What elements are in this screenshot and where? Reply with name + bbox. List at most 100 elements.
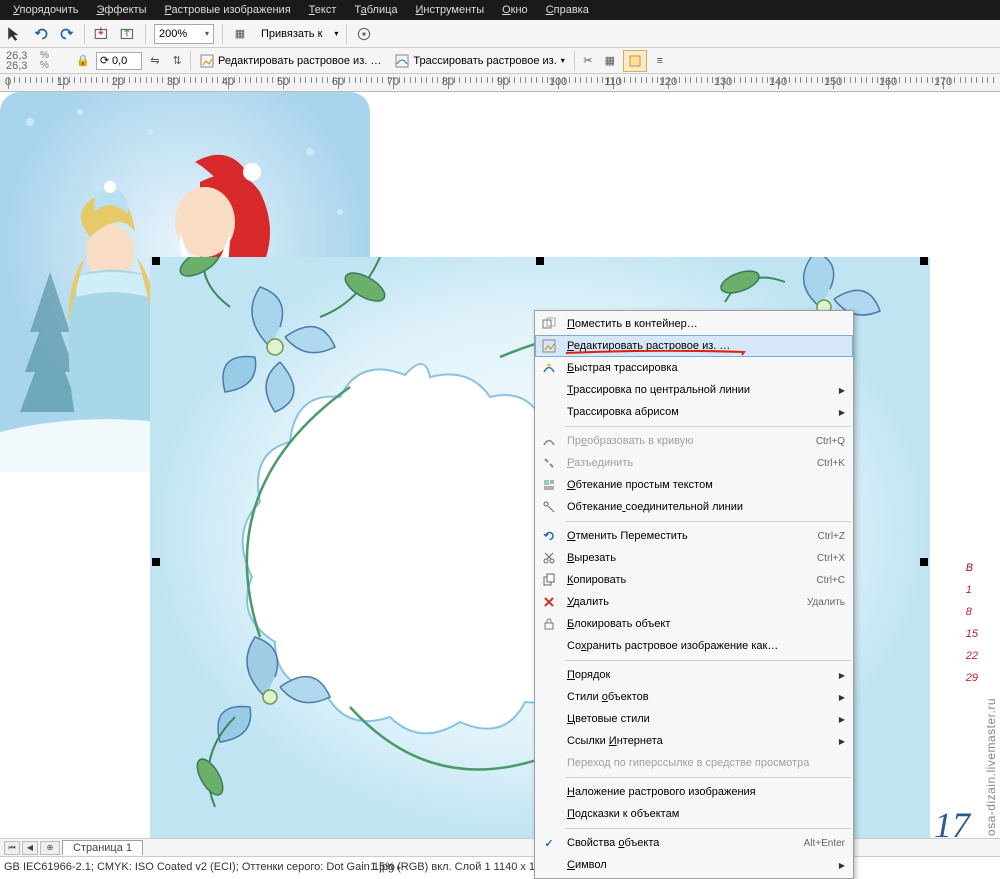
context-menu-item[interactable]: Наложение растрового изображения <box>535 781 853 803</box>
context-menu-label: Свойства объекта <box>567 837 796 849</box>
context-menu-label: Цветовые стили <box>567 713 827 725</box>
mirror-v-icon[interactable]: ⇅ <box>168 52 186 70</box>
chevron-right-icon: ▶ <box>839 737 845 746</box>
selection-handle-tm[interactable] <box>536 257 544 265</box>
import-icon[interactable] <box>93 25 111 43</box>
snap-dropdown-icon[interactable]: ▾ <box>334 29 338 38</box>
blank-icon <box>539 404 559 420</box>
context-menu-item[interactable]: Обтекание соединительной линии <box>535 496 853 518</box>
context-menu-item[interactable]: Трассировка абрисом▶ <box>535 401 853 423</box>
context-menu-shortcut: Ctrl+X <box>817 553 845 564</box>
edit-bitmap-button[interactable]: Редактировать растровое из. … <box>195 50 386 72</box>
quick-trace-icon <box>539 360 559 376</box>
context-menu-item[interactable]: Цветовые стили▶ <box>535 708 853 730</box>
trace-bitmap-button[interactable]: Трассировать растровое из. ▾ <box>390 50 569 72</box>
menu-arrange[interactable]: Упорядочить <box>4 2 87 18</box>
context-menu-item[interactable]: Трассировка по центральной линии▶ <box>535 379 853 401</box>
blank-icon <box>539 755 559 771</box>
snap-icon[interactable]: ▦ <box>231 25 249 43</box>
lock-ratio-icon[interactable]: 🔒 <box>74 52 92 70</box>
context-menu-item[interactable]: Быстрая трассировка <box>535 357 853 379</box>
context-menu-item[interactable]: Стили объектов▶ <box>535 686 853 708</box>
mirror-h-icon[interactable]: ⇋ <box>146 52 164 70</box>
context-menu-item[interactable]: УдалитьУдалить <box>535 591 853 613</box>
page-add-icon[interactable]: ⊕ <box>40 841 60 855</box>
menu-effects[interactable]: Эффекты <box>87 2 155 18</box>
page-prev-icon[interactable]: ◀ <box>22 841 38 855</box>
context-menu-label: Наложение растрового изображения <box>567 786 845 798</box>
page-tab-1[interactable]: Страница 1 <box>62 840 143 855</box>
zoom-select[interactable]: 200% <box>154 24 214 44</box>
context-menu-label: Обтекание простым текстом <box>567 479 845 491</box>
crop-icon[interactable]: ✂ <box>579 52 597 70</box>
context-menu-item[interactable]: Отменить ПереместитьCtrl+Z <box>535 525 853 547</box>
context-menu-item[interactable]: Ссылки Интернета▶ <box>535 730 853 752</box>
context-menu-item[interactable]: Поместить в контейнер… <box>535 313 853 335</box>
context-menu-label: Стили объектов <box>567 691 827 703</box>
coord-display: 26,3 26,3 <box>6 51 36 71</box>
break-icon <box>539 455 559 471</box>
wrap-text-button[interactable] <box>623 50 647 72</box>
toolbar-standard: 200% ▦ Привязать к ▾ <box>0 20 1000 48</box>
menu-table[interactable]: Таблица <box>345 2 406 18</box>
resample-icon[interactable]: ▦ <box>601 52 619 70</box>
menu-help[interactable]: Справка <box>537 2 598 18</box>
rotate-input[interactable]: ⟳ 0,0 <box>96 52 142 70</box>
menu-bitmap[interactable]: Растровые изображения <box>155 2 299 18</box>
selection-handle-ml[interactable] <box>152 558 160 566</box>
wrap-text-icon <box>539 477 559 493</box>
page-first-icon[interactable]: ⏮ <box>4 841 20 855</box>
curve-icon <box>539 433 559 449</box>
context-menu-item[interactable]: ВырезатьCtrl+X <box>535 547 853 569</box>
context-menu-label: Блокировать объект <box>567 618 845 630</box>
export-icon[interactable] <box>119 25 137 43</box>
context-menu-item[interactable]: ✓Свойства объектаAlt+Enter <box>535 832 853 854</box>
context-menu-label: Быстрая трассировка <box>567 362 845 374</box>
context-menu[interactable]: Поместить в контейнер…Редактировать раст… <box>534 310 854 879</box>
options-icon[interactable] <box>355 25 373 43</box>
context-menu-label: Символ <box>567 859 827 871</box>
selection-handle-tr[interactable] <box>920 257 928 265</box>
context-menu-item[interactable]: КопироватьCtrl+C <box>535 569 853 591</box>
blank-icon <box>539 733 559 749</box>
watermark: osa-dizain.livemaster.ru <box>984 698 998 836</box>
selection-handle-tl[interactable] <box>152 257 160 265</box>
rotate-icon: ⟳ <box>100 54 109 67</box>
context-menu-item[interactable]: Символ▶ <box>535 854 853 876</box>
edit-bitmap-icon <box>539 338 559 354</box>
context-menu-shortcut: Ctrl+C <box>816 575 845 586</box>
calendar-year: 17 <box>934 804 970 838</box>
toolbar-divider <box>84 24 85 44</box>
toolbar-divider <box>222 24 223 44</box>
context-menu-item[interactable]: Подсказки к объектам <box>535 803 853 825</box>
tool-pointer-icon[interactable] <box>6 25 24 43</box>
context-menu-item[interactable]: Редактировать растровое из. … <box>535 335 853 357</box>
menu-window[interactable]: Окно <box>493 2 537 18</box>
context-menu-label: Обтекание соединительной линии <box>567 501 845 513</box>
menu-text[interactable]: Текст <box>300 2 346 18</box>
context-menu-label: Переход по гиперссылке в средстве просмо… <box>567 757 845 769</box>
undo-icon[interactable] <box>32 25 50 43</box>
context-menu-item[interactable]: Блокировать объект <box>535 613 853 635</box>
redo-icon[interactable] <box>58 25 76 43</box>
blank-icon <box>539 638 559 654</box>
toolbar-divider <box>346 24 347 44</box>
context-menu-item: Преобразовать в кривуюCtrl+Q <box>535 430 853 452</box>
context-menu-item[interactable]: Порядок▶ <box>535 664 853 686</box>
check-icon: ✓ <box>539 837 559 850</box>
context-menu-label: Подсказки к объектам <box>567 808 845 820</box>
menubar[interactable]: Упорядочить Эффекты Растровые изображени… <box>0 0 1000 20</box>
selection-handle-mr[interactable] <box>920 558 928 566</box>
context-menu-item[interactable]: Обтекание простым текстом <box>535 474 853 496</box>
blank-icon <box>539 382 559 398</box>
align-icon[interactable]: ≡ <box>651 52 669 70</box>
rotate-value: 0,0 <box>112 55 127 67</box>
menu-tools[interactable]: Инструменты <box>407 2 494 18</box>
context-menu-item[interactable]: Сохранить растровое изображение как… <box>535 635 853 657</box>
ruler-horizontal[interactable]: 0102030405060708090100110120130140150160… <box>0 74 1000 92</box>
context-menu-label: Преобразовать в кривую <box>567 435 808 447</box>
snap-label: Привязать к <box>257 28 326 40</box>
chevron-right-icon: ▶ <box>839 671 845 680</box>
context-menu-label: Сохранить растровое изображение как… <box>567 640 845 652</box>
context-menu-separator <box>565 828 851 829</box>
